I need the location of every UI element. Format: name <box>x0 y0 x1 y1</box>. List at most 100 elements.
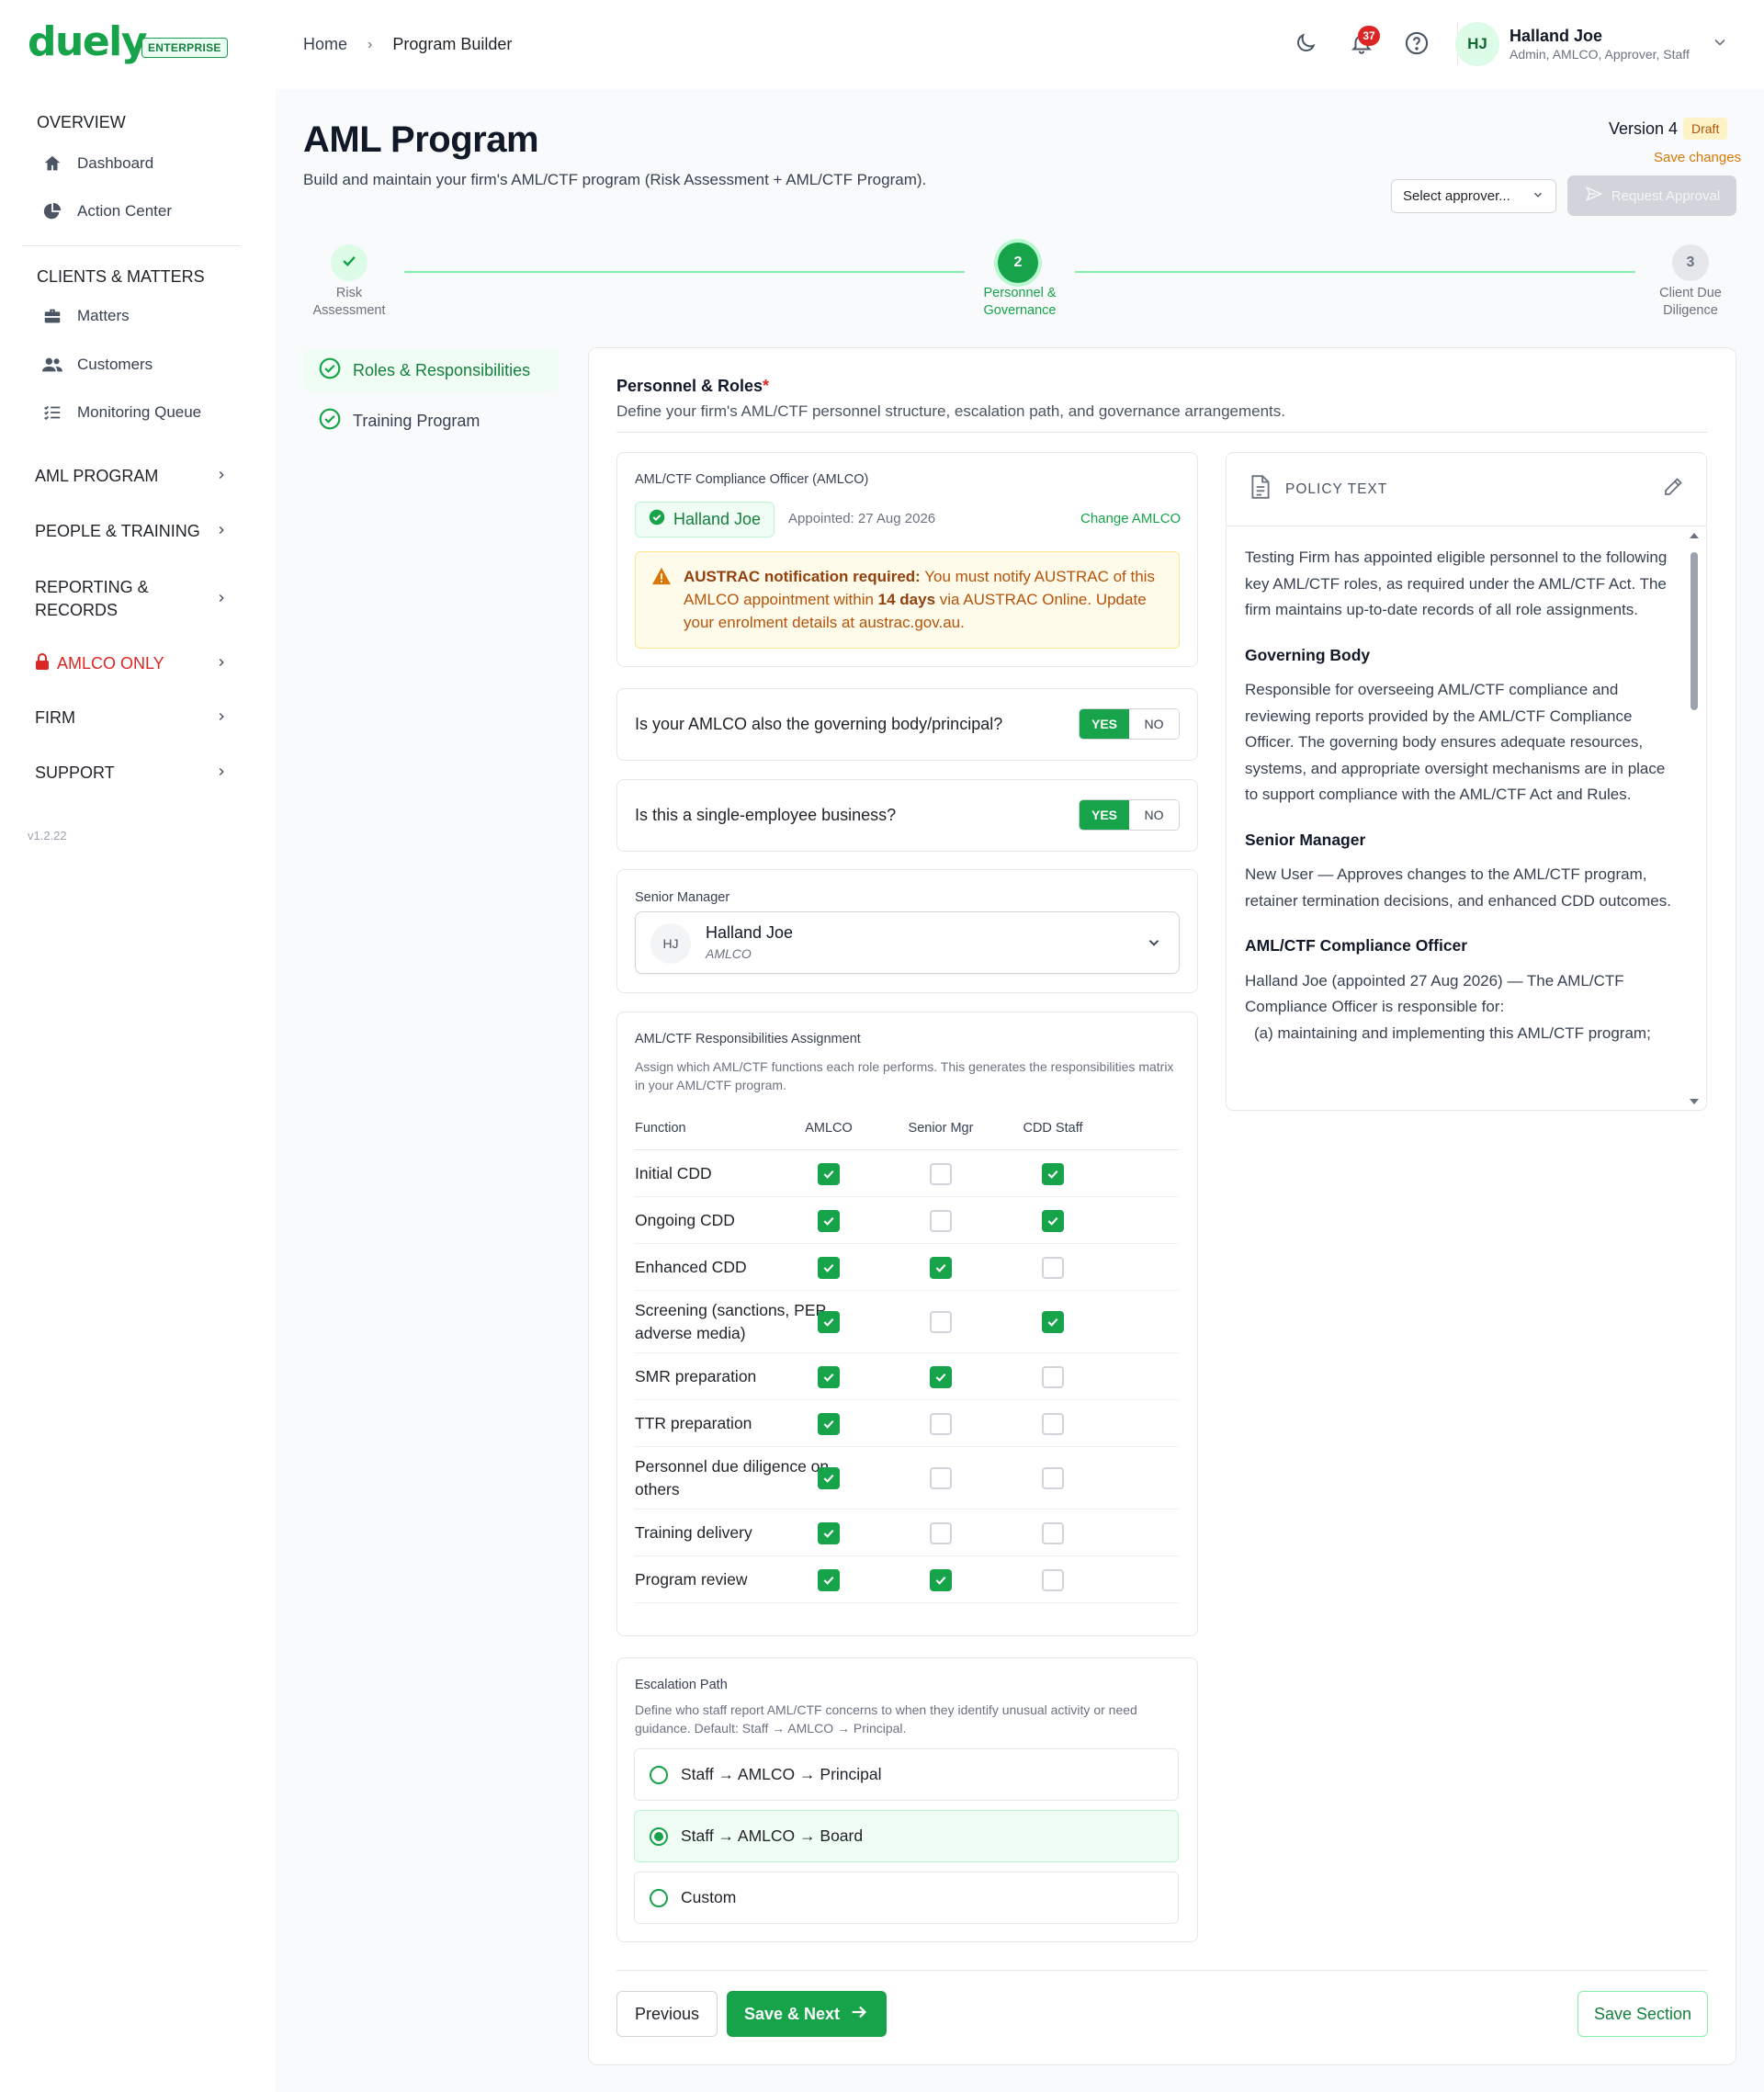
sidebar-group-aml-program[interactable]: AML PROGRAM <box>35 467 228 486</box>
request-approval-button[interactable]: Request Approval <box>1567 175 1736 216</box>
briefcase-icon <box>40 306 64 326</box>
chevron-right-icon <box>215 708 228 728</box>
toggle-yes[interactable]: YES <box>1080 709 1129 739</box>
sidebar-item-customers[interactable]: Customers <box>40 355 153 375</box>
user-name[interactable]: Halland Joe <box>1510 27 1602 46</box>
checkbox-checked[interactable] <box>1042 1311 1064 1333</box>
checkbox-unchecked[interactable] <box>930 1521 952 1544</box>
checkbox-checked[interactable] <box>1042 1209 1064 1232</box>
checkbox-unchecked[interactable] <box>930 1311 952 1333</box>
breadcrumb-home[interactable]: Home <box>303 35 347 54</box>
step-2-circle[interactable]: 2 <box>998 243 1038 283</box>
step-1-label[interactable]: Risk Assessment <box>285 285 413 320</box>
save-next-button[interactable]: Save & Next <box>727 1991 887 2037</box>
approver-select[interactable]: Select approver... <box>1391 179 1556 213</box>
single-employee-toggle[interactable]: YES NO <box>1079 799 1180 831</box>
governing-body-toggle[interactable]: YES NO <box>1079 708 1180 740</box>
sidebar-group-amlco-only[interactable]: AMLCO ONLY <box>35 653 228 674</box>
required-asterisk: * <box>763 377 770 395</box>
column-header-senior-mgr: Senior Mgr <box>908 1121 974 1136</box>
previous-button[interactable]: Previous <box>616 1991 718 2037</box>
toggle-no[interactable]: NO <box>1129 709 1179 739</box>
function-name: Ongoing CDD <box>635 1210 735 1229</box>
policy-scrollbar[interactable] <box>1689 526 1700 1110</box>
app-version: v1.2.22 <box>28 829 67 842</box>
checkbox-unchecked[interactable] <box>930 1467 952 1489</box>
radio-button-selected[interactable] <box>650 1826 668 1846</box>
radio-button[interactable] <box>650 1888 668 1907</box>
chevron-down-icon[interactable] <box>1711 33 1729 56</box>
matrix-header: Function AMLCO Senior Mgr CDD Staff <box>634 1119 1179 1150</box>
checkbox-unchecked[interactable] <box>930 1209 952 1232</box>
checkbox-checked[interactable] <box>818 1365 840 1388</box>
sidebar-group-people-training[interactable]: PEOPLE & TRAINING <box>35 522 228 541</box>
status-badge: Draft <box>1683 118 1728 140</box>
step-label-line: Client Due <box>1659 286 1722 300</box>
escalation-option-principal[interactable]: Staff → AMLCO → Principal <box>634 1748 1179 1801</box>
checkbox-checked[interactable] <box>930 1256 952 1279</box>
subnav-training-program[interactable]: Training Program <box>303 400 559 442</box>
sidebar-group-support[interactable]: SUPPORT <box>35 763 228 783</box>
austrac-alert-text: AUSTRAC notification required: You must … <box>684 565 1166 634</box>
table-row: Ongoing CDD <box>634 1197 1179 1244</box>
checkbox-unchecked[interactable] <box>1042 1256 1064 1279</box>
table-row: Program review <box>634 1556 1179 1603</box>
sidebar-group-reporting-records[interactable]: REPORTING & RECORDS <box>35 576 228 622</box>
step-3-label[interactable]: Client Due Diligence <box>1626 285 1755 320</box>
checkbox-checked[interactable] <box>818 1412 840 1435</box>
checkbox-checked[interactable] <box>930 1365 952 1388</box>
checkbox-unchecked[interactable] <box>1042 1365 1064 1388</box>
checkbox-checked[interactable] <box>818 1162 840 1185</box>
step-label-line: Diligence <box>1663 303 1718 318</box>
checkbox-unchecked[interactable] <box>1042 1521 1064 1544</box>
user-avatar[interactable]: HJ <box>1455 22 1499 66</box>
sidebar-item-matters[interactable]: Matters <box>40 306 130 326</box>
checkbox-unchecked[interactable] <box>1042 1412 1064 1435</box>
save-section-button[interactable]: Save Section <box>1577 1991 1708 2037</box>
step-2-label[interactable]: Personnel & Governance <box>956 285 1084 320</box>
policy-heading-senior-manager: Senior Manager <box>1245 830 1366 849</box>
sidebar-group-label: SUPPORT <box>35 763 115 782</box>
checkbox-checked[interactable] <box>1042 1162 1064 1185</box>
checkbox-checked[interactable] <box>818 1568 840 1591</box>
lock-icon <box>35 653 50 674</box>
sidebar-group-firm[interactable]: FIRM <box>35 708 228 728</box>
senior-manager-select[interactable]: HJ Halland Joe AMLCO <box>635 911 1180 974</box>
step-label-line: Personnel & <box>983 286 1057 300</box>
subnav-roles-responsibilities[interactable]: Roles & Responsibilities <box>303 349 559 391</box>
check-circle-icon <box>318 407 342 435</box>
scroll-up-arrow-icon[interactable] <box>1689 526 1700 545</box>
sidebar-item-dashboard[interactable]: Dashboard <box>40 153 153 174</box>
checkbox-checked[interactable] <box>818 1209 840 1232</box>
toggle-no[interactable]: NO <box>1129 800 1179 830</box>
step-3-circle[interactable]: 3 <box>1672 244 1709 281</box>
change-amlco-link[interactable]: Change AMLCO <box>1080 511 1181 526</box>
checkbox-unchecked[interactable] <box>1042 1568 1064 1591</box>
amlco-label: AML/CTF Compliance Officer (AMLCO) <box>635 472 869 487</box>
help-icon[interactable] <box>1401 28 1432 59</box>
duely-logo[interactable]: duely <box>28 22 147 62</box>
radio-button[interactable] <box>650 1765 668 1784</box>
stepper-connector <box>404 271 965 273</box>
checkbox-unchecked[interactable] <box>1042 1467 1064 1489</box>
checkbox-checked[interactable] <box>818 1256 840 1279</box>
step-1-circle[interactable] <box>331 244 368 281</box>
scrollbar-thumb[interactable] <box>1690 552 1698 710</box>
chevron-right-icon <box>215 588 228 611</box>
scroll-down-arrow-icon[interactable] <box>1689 1092 1700 1110</box>
save-changes-link[interactable]: Save changes <box>1654 150 1741 165</box>
escalation-option-board[interactable]: Staff → AMLCO → Board <box>634 1810 1179 1862</box>
checkbox-unchecked[interactable] <box>930 1412 952 1435</box>
escalation-option-custom[interactable]: Custom <box>634 1871 1179 1924</box>
checkbox-checked[interactable] <box>930 1568 952 1591</box>
checkbox-checked[interactable] <box>818 1521 840 1544</box>
edit-pencil-icon[interactable] <box>1662 476 1684 503</box>
sidebar-item-monitoring-queue[interactable]: Monitoring Queue <box>40 402 201 423</box>
checkbox-checked[interactable] <box>818 1467 840 1489</box>
dark-mode-moon-icon[interactable] <box>1290 28 1321 59</box>
checkbox-checked[interactable] <box>818 1311 840 1333</box>
policy-paragraph: (a) maintaining and implementing this AM… <box>1254 1023 1651 1042</box>
sidebar-item-action-center[interactable]: Action Center <box>40 201 172 221</box>
toggle-yes[interactable]: YES <box>1080 800 1129 830</box>
checkbox-unchecked[interactable] <box>930 1162 952 1185</box>
